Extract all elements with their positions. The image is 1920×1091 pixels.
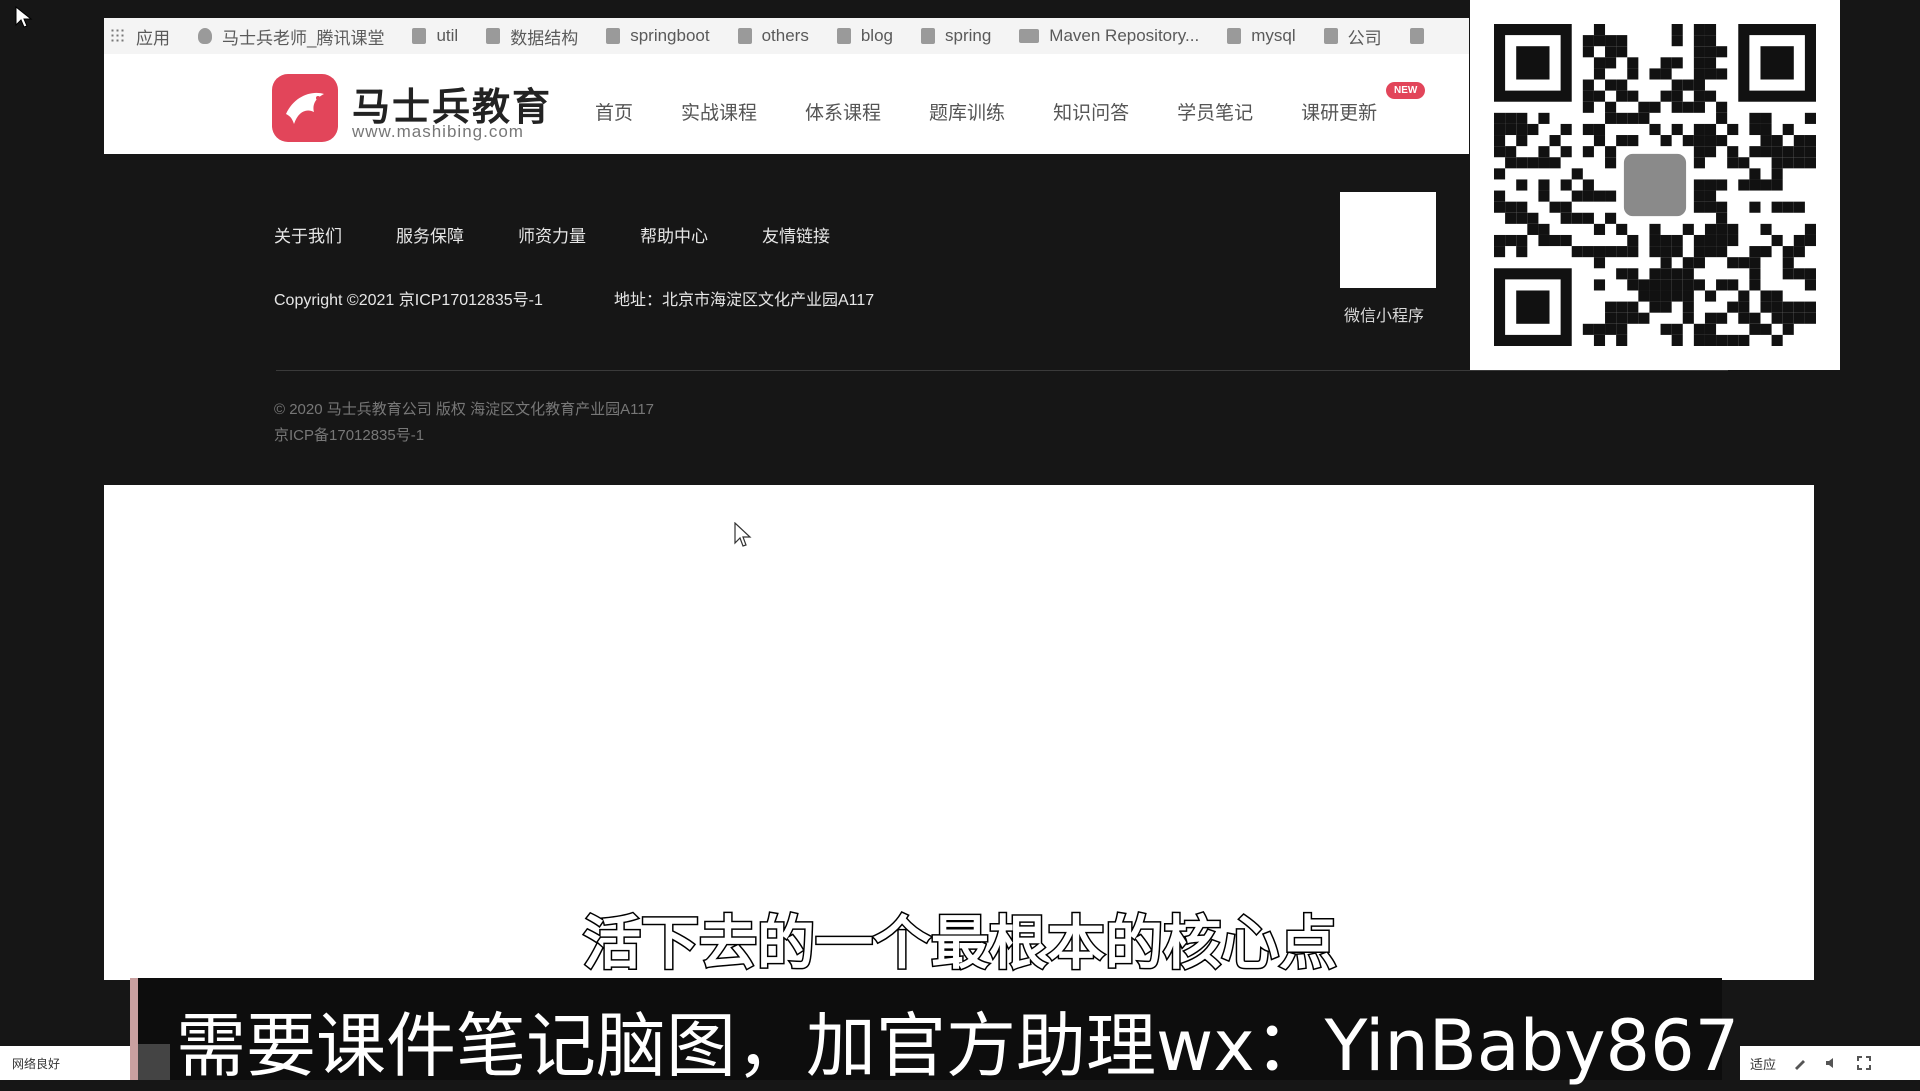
nav-system-courses[interactable]: 体系课程	[805, 98, 881, 125]
video-subtitle: 活下去的一个最根本的核心点	[581, 908, 1338, 979]
bookmarks-bar: 应用 马士兵老师_腾讯课堂 util 数据结构 springboot other…	[104, 18, 1469, 54]
folder-icon	[1323, 28, 1338, 44]
nav-question-bank[interactable]: 题库训练	[929, 98, 1005, 125]
fit-mode-label[interactable]: 适应	[1750, 1054, 1776, 1073]
bookmark-util[interactable]: util	[412, 26, 458, 46]
bookmark-spring[interactable]: spring	[920, 26, 991, 46]
bookmark-others[interactable]: others	[737, 26, 809, 46]
main-nav: 首页 实战课程 体系课程 题库训练 知识问答 学员笔记 课研更新	[595, 98, 1377, 125]
mouse-cursor-icon	[734, 522, 752, 547]
footer-divider	[276, 370, 1728, 371]
bird-logo-icon	[286, 92, 324, 124]
folder-icon	[737, 28, 752, 44]
nav-home[interactable]: 首页	[595, 98, 633, 125]
taskbar-thumbnail[interactable]	[138, 1044, 170, 1080]
qr-code-panel	[1470, 0, 1840, 370]
bookmark-blog[interactable]: blog	[836, 26, 893, 46]
footer-copyright-secondary: © 2020 马士兵教育公司 版权 海淀区文化教育产业园A117	[274, 401, 655, 418]
bookmark-data-structures[interactable]: 数据结构	[486, 24, 578, 49]
logo-icon[interactable]	[272, 74, 338, 142]
nav-student-notes[interactable]: 学员笔记	[1177, 98, 1253, 125]
maven-icon	[1019, 29, 1040, 43]
bookmark-maven[interactable]: Maven Repository...	[1019, 26, 1199, 46]
folder-icon	[836, 28, 851, 44]
footer-link-service[interactable]: 服务保障	[396, 222, 464, 247]
mini-program-label: 微信小程序	[1344, 308, 1425, 325]
footer-link-teachers[interactable]: 师资力量	[518, 222, 586, 247]
bookmark-company[interactable]: 公司	[1323, 24, 1382, 49]
footer-link-about[interactable]: 关于我们	[274, 222, 342, 247]
network-status-label: 网络良好	[12, 1056, 61, 1071]
footer-link-help[interactable]: 帮助中心	[640, 222, 708, 247]
mouse-cursor-icon	[15, 6, 33, 28]
folder-icon	[1227, 28, 1242, 44]
footer-link-friends[interactable]: 友情链接	[762, 222, 830, 247]
volume-icon[interactable]	[1824, 1055, 1840, 1071]
nav-qa[interactable]: 知识问答	[1053, 98, 1129, 125]
nav-practical-courses[interactable]: 实战课程	[681, 98, 757, 125]
player-controls: 适应	[1740, 1046, 1920, 1080]
folder-icon	[606, 28, 621, 44]
bookmark-apps[interactable]: 应用	[110, 24, 170, 49]
address-text: 地址：北京市海淀区文化产业园A117	[614, 292, 875, 309]
fullscreen-icon[interactable]	[1856, 1055, 1872, 1071]
logo-url: www.mashibing.com	[352, 122, 524, 141]
qr-code-image	[1494, 24, 1816, 346]
footer-icp-secondary: 京ICP备17012835号-1	[274, 427, 425, 444]
pen-icon[interactable]	[1792, 1055, 1808, 1071]
ad-banner-text: 需要课件笔记脑图，加官方助理wx：YinBaby867	[176, 1005, 1740, 1087]
ad-banner-accent	[130, 978, 138, 1080]
bookmark-mysql[interactable]: mysql	[1227, 26, 1296, 46]
folder-icon	[1409, 28, 1424, 44]
new-badge: NEW	[1386, 82, 1426, 99]
copyright-text: Copyright ©2021 京ICP17012835号-1	[274, 292, 543, 309]
mini-program-qr-image	[1340, 192, 1436, 288]
bookmark-springboot[interactable]: springboot	[606, 26, 710, 46]
folder-icon	[920, 28, 935, 44]
folder-icon	[412, 28, 427, 44]
folder-icon	[486, 28, 501, 44]
footer-links: 关于我们 服务保障 师资力量 帮助中心 友情链接	[274, 222, 830, 247]
bookmark-overflow[interactable]	[1409, 28, 1424, 44]
taskbar-network-status[interactable]: 网络良好	[0, 1046, 130, 1080]
bookmark-tencent[interactable]: 马士兵老师_腾讯课堂	[198, 24, 384, 49]
nav-course-updates[interactable]: 课研更新	[1301, 98, 1377, 125]
apps-grid-icon	[110, 28, 126, 44]
shield-icon	[198, 28, 212, 44]
